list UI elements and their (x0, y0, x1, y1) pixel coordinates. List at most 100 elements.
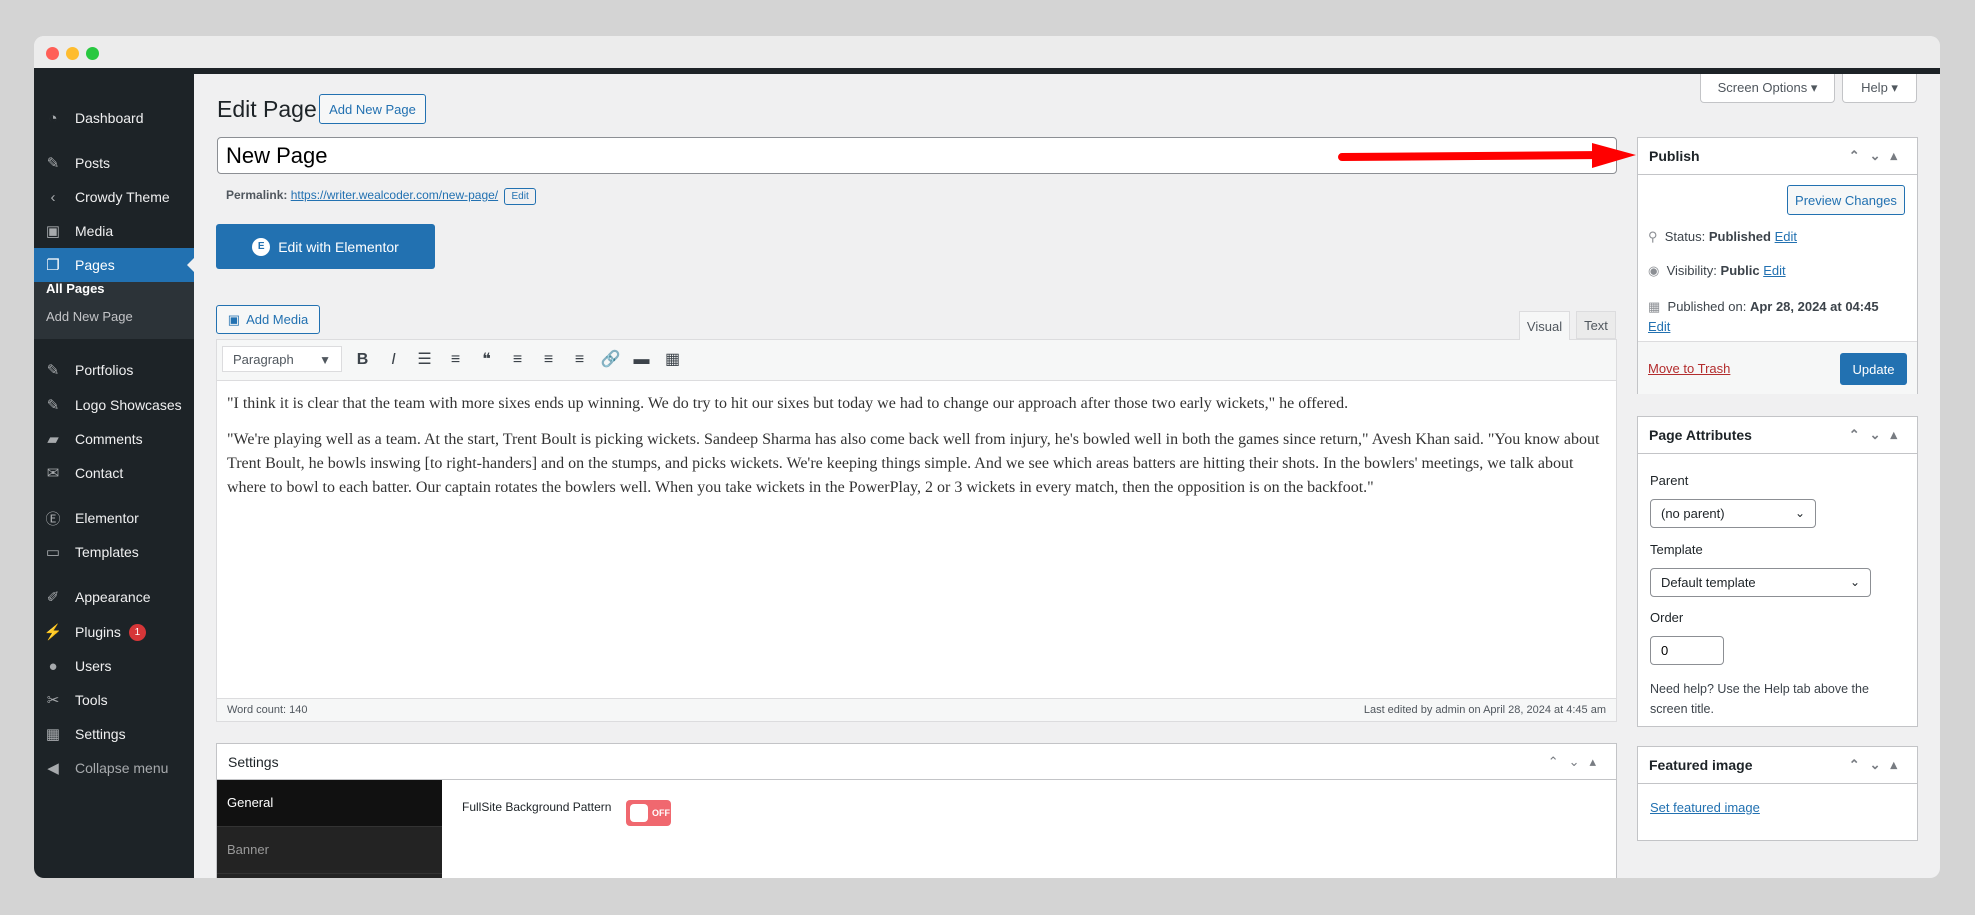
page-title: Edit Page (217, 96, 317, 122)
settings-icon: ▦ (45, 726, 61, 743)
permalink-link[interactable]: https://writer.wealcoder.com/new-page/ (291, 188, 498, 202)
maximize-dot[interactable] (86, 47, 99, 60)
close-dot[interactable] (46, 47, 59, 60)
sidebar-item-dashboard[interactable]: ◔ Dashboard (34, 101, 194, 135)
sidebar-item-appearance[interactable]: ✐ Appearance (34, 580, 194, 614)
format-select[interactable]: Paragraph ▼ (222, 346, 342, 372)
sidebar-item-label: Comments (75, 431, 143, 447)
folder-icon: ▭ (45, 544, 61, 561)
fullsite-pattern-toggle[interactable]: OFF (626, 800, 671, 826)
settings-tabs: General Banner (217, 780, 442, 878)
minimize-dot[interactable] (66, 47, 79, 60)
sidebar-item-pages[interactable]: ❐ Pages (34, 248, 194, 282)
settings-tab-banner[interactable]: Banner (217, 827, 442, 874)
move-to-trash-link[interactable]: Move to Trash (1648, 361, 1730, 376)
sidebar-item-label: Tools (75, 692, 108, 708)
bold-icon[interactable]: B (347, 351, 378, 369)
sidebar-item-label: Dashboard (75, 110, 144, 126)
permalink-edit-button[interactable]: Edit (504, 188, 536, 205)
editor-box: Paragraph ▼ B I ☰ ≡ ❝ ≡ ≡ ≡ 🔗 ▬ ▦ "I think it is cl… (216, 339, 1617, 722)
format-value: Paragraph (233, 351, 294, 367)
align-right-icon[interactable]: ≡ (564, 351, 595, 369)
eye-icon: ◉ (1648, 263, 1660, 278)
preview-changes-button[interactable]: Preview Changes (1787, 185, 1905, 215)
edit-with-elementor-button[interactable]: E Edit with Elementor (216, 224, 435, 269)
featured-header: Featured image ⌃⌄▴ (1638, 747, 1917, 784)
settings-metabox: Settings ⌃⌄▴ General Banner FullSite Back… (216, 743, 1617, 878)
bullet-list-icon[interactable]: ☰ (409, 349, 440, 369)
sidebar-item-users[interactable]: ● Users (34, 649, 194, 683)
add-new-page-button[interactable]: Add New Page (319, 94, 426, 124)
chevron-down-icon: ⌄ (1794, 506, 1805, 520)
settings-title: Settings (228, 753, 279, 770)
publish-metabox: Publish ⌃⌄▴ Preview Changes ⚲ Status: Pub… (1637, 137, 1918, 394)
page-attributes-metabox: Page Attributes ⌃⌄▴ Parent (no parent) ⌄ T… (1637, 416, 1918, 727)
comment-icon: ▰ (47, 431, 59, 448)
sidebar-item-plugins[interactable]: ⚡ Plugins 1 (34, 615, 194, 649)
editor-content[interactable]: "I think it is clear that the team with … (227, 392, 1606, 500)
settings-tab-general[interactable]: General (217, 780, 442, 827)
toggle-state: OFF (652, 808, 670, 818)
active-pointer (180, 258, 194, 272)
fullsite-pattern-label: FullSite Background Pattern (462, 800, 612, 814)
sidebar-item-label: Templates (75, 544, 139, 560)
tab-text[interactable]: Text (1576, 311, 1616, 339)
box-controls-icon[interactable]: ⌃⌄▴ (1849, 757, 1907, 773)
sidebar-item-comments[interactable]: ▰ Comments (34, 422, 194, 456)
wrench-icon: ✂ (46, 692, 60, 709)
sidebar-item-label: Users (75, 658, 112, 674)
arrow-shaft (1338, 151, 1608, 161)
link-icon[interactable]: 🔗 (595, 349, 626, 369)
update-button[interactable]: Update (1840, 353, 1907, 385)
paragraph: "I think it is clear that the team with … (227, 395, 1349, 412)
visibility-edit-link[interactable]: Edit (1763, 263, 1785, 278)
screen-options-button[interactable]: Screen Options ▾ (1700, 74, 1835, 103)
submenu-add-new-page[interactable]: Add New Page (46, 309, 133, 324)
featured-title: Featured image (1649, 757, 1753, 773)
numbered-list-icon[interactable]: ≡ (440, 351, 471, 369)
help-button[interactable]: Help ▾ (1842, 74, 1917, 103)
sidebar-item-label: Appearance (75, 589, 151, 605)
tab-visual[interactable]: Visual (1519, 311, 1570, 340)
sidebar-item-tools[interactable]: ✂ Tools (34, 683, 194, 717)
italic-icon[interactable]: I (378, 351, 409, 369)
sidebar-item-settings[interactable]: ▦ Settings (34, 717, 194, 751)
align-center-icon[interactable]: ≡ (533, 351, 564, 369)
add-media-button[interactable]: ▣ Add Media (216, 305, 320, 334)
sidebar-item-label: Contact (75, 465, 124, 481)
box-controls-icon[interactable]: ⌃⌄▴ (1849, 148, 1907, 164)
toolbar-toggle-icon[interactable]: ▦ (657, 349, 688, 369)
publish-header: Publish ⌃⌄▴ (1638, 138, 1917, 175)
sidebar-item-contact[interactable]: ✉ Contact (34, 456, 194, 490)
set-featured-image-link[interactable]: Set featured image (1650, 800, 1760, 815)
template-select[interactable]: Default template ⌄ (1650, 568, 1871, 597)
box-controls-icon[interactable]: ⌃⌄▴ (1849, 427, 1907, 443)
sidebar-item-crowdy-theme[interactable]: ‹ Crowdy Theme (34, 180, 194, 214)
sidebar-item-portfolios[interactable]: ✎ Portfolios (34, 353, 194, 387)
parent-select[interactable]: (no parent) ⌄ (1650, 499, 1816, 528)
sidebar-item-label: Elementor (75, 510, 139, 526)
sidebar-item-templates[interactable]: ▭ Templates (34, 535, 194, 569)
sidebar-item-elementor[interactable]: Ⓔ Elementor (34, 501, 194, 535)
box-controls-icon[interactable]: ⌃⌄▴ (1548, 754, 1606, 770)
status-edit-link[interactable]: Edit (1775, 229, 1797, 244)
order-input[interactable] (1650, 636, 1724, 665)
blockquote-icon[interactable]: ❝ (471, 349, 502, 369)
align-left-icon[interactable]: ≡ (502, 351, 533, 369)
admin-sidebar: All Pages Add New Page ◔ Dashboard ✎ Posts ‹… (34, 68, 194, 878)
media-icon: ▣ (45, 223, 61, 240)
crowdy-icon: ‹ (50, 188, 56, 206)
dropdown-arrow-icon: ▼ (319, 353, 331, 367)
submenu-all-pages[interactable]: All Pages (46, 281, 105, 296)
settings-header: Settings ⌃⌄▴ (217, 744, 1616, 780)
media-icon: ▣ (227, 311, 241, 327)
date-edit-link[interactable]: Edit (1648, 319, 1670, 334)
sidebar-item-collapse-menu[interactable]: ◀ Collapse menu (34, 751, 194, 785)
sidebar-item-posts[interactable]: ✎ Posts (34, 146, 194, 180)
read-more-icon[interactable]: ▬ (626, 351, 657, 369)
permalink-row: Permalink: https://writer.wealcoder.com/… (226, 188, 536, 205)
user-icon: ● (48, 657, 58, 675)
sidebar-item-media[interactable]: ▣ Media (34, 214, 194, 248)
collapse-icon: ◀ (47, 760, 59, 777)
sidebar-item-logo-showcases[interactable]: ✎ Logo Showcases (34, 388, 194, 422)
